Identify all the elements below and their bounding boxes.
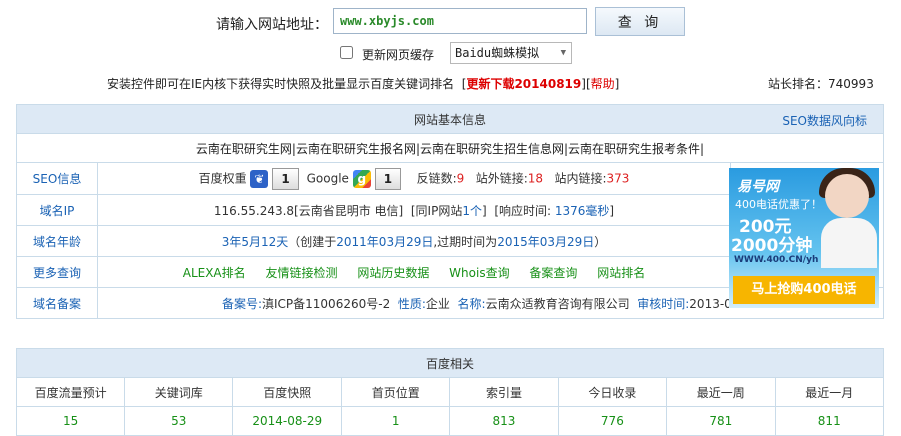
ad-brand: 易号网 [737,179,779,195]
baidu-column-header: 百度流量预计 [15,377,126,407]
baidu-column-value: 811 [774,406,885,436]
seo-label: SEO信息 [16,162,98,195]
inlinks-label: 站内链接: [554,171,607,185]
baidu-column-value: 813 [449,406,559,436]
google-label: Google [306,171,349,185]
rank-value: 740993 [828,77,874,91]
ad-model-face [825,174,869,218]
ad-cta-button[interactable]: 马上抢购400电话 [733,276,875,304]
baidu-weight-value: 1 [272,167,299,190]
created-prefix: （创建于 [288,234,337,249]
google-pr-value: 1 [374,167,402,190]
baidu-column-value: 15 [15,406,126,436]
google-icon: g [352,169,371,188]
baidu-column-header: 关键词库 [124,377,234,407]
icp-num: 滇ICP备11006260号-2 [262,296,391,311]
age-suffix: ） [594,234,607,249]
help-link[interactable]: 帮助 [591,77,615,91]
whois-link[interactable]: Whois查询 [449,266,509,280]
site-names-row: 云南在职研究生网|云南在职研究生报名网|云南在职研究生招生信息网|云南在职研究生… [16,133,884,163]
baidu-header-row: 百度相关 [16,348,884,378]
baidu-column-value: 776 [557,406,668,436]
baidu-column-value[interactable]: 2014-08-29 [232,406,343,436]
download-link[interactable]: 更新下载20140819 [466,77,581,91]
baidu-columns-row: 百度流量预计 关键词库 百度快照 首页位置 索引量 今日收录 最近一周 最近一月 [15,377,885,407]
notice-bar: 安装控件即可在IE内核下获得实时快照及批量显示百度关键词排名 [更新下载2014… [107,77,620,91]
expire-date: 2015年03月29日 [497,234,595,249]
inlinks-value[interactable]: 373 [607,171,630,185]
icp-num-label: 备案号: [221,296,262,311]
alexa-link[interactable]: ALEXA排名 [183,266,246,280]
ip-value: 116.55.243.8[云南省昆明市 电信] [213,203,404,218]
notice-text: 安装控件即可在IE内核下获得实时快照及批量显示百度关键词排名 [107,77,455,91]
resp-time-value: 1376毫秒 [554,203,610,218]
engine-select-value: Baidu蜘蛛模拟 [455,46,540,60]
site-rank-link[interactable]: 网站排名 [597,266,645,280]
age-label: 域名年龄 [16,225,98,257]
chevron-down-icon: ▼ [560,48,566,58]
site-rank: 站长排名：740993 [768,75,874,92]
resp-suffix: ] [609,203,615,218]
baidu-values-row: 15 53 2014-08-29 1 813 776 781 811 [15,406,885,436]
nature-value: 企业 [425,296,450,311]
baidu-related-table: 百度相关 百度流量预计 关键词库 百度快照 首页位置 索引量 今日收录 最近一周 最近一月 1… [15,348,885,436]
baidu-paw-icon: ❦ [250,169,269,188]
friend-link-check-link[interactable]: 友情链接检测 [265,266,337,280]
backlinks-label: 反链数: [416,171,457,185]
basic-info-title: 网站基本信息 [413,112,486,127]
history-data-link[interactable]: 网站历史数据 [357,266,429,280]
more-label: 更多查询 [16,256,98,288]
baidu-column-value: 1 [341,406,451,436]
nature-label: 性质: [397,296,426,311]
url-input[interactable] [333,8,587,34]
outlinks-label: 站外链接: [475,171,528,185]
same-ip-prefix: [同IP网站 [410,203,463,218]
ad-line1: 400电话优惠了！ [735,198,822,211]
baidu-column-header: 首页位置 [341,377,451,407]
rank-label: 站长排名： [768,77,829,91]
seo-trend-link[interactable]: SEO数据风向标 [782,112,867,129]
ad-minutes: 2000分钟 [731,236,813,256]
baidu-column-value: 781 [666,406,776,436]
company-name: 云南众适教育咨询有限公司 [485,296,630,311]
baidu-column-header: 最近一周 [666,377,776,407]
baidu-column-header: 索引量 [449,377,559,407]
ad-url: WWW.400.CN/yh [734,255,819,265]
query-button[interactable]: 查 询 [595,7,685,36]
baidu-column-header: 今日收录 [557,377,668,407]
refresh-cache-label: 更新网页缓存 [362,48,435,62]
baidu-column-header: 最近一月 [774,377,885,407]
basic-info-header: 网站基本信息 SEO数据风向标 [16,104,884,134]
same-ip-suffix: ] [481,203,487,218]
ip-label: 域名IP [16,194,98,226]
ad-model-body [821,218,877,268]
icp-query-link[interactable]: 备案查询 [529,266,577,280]
created-date: 2011年03月29日 [336,234,434,249]
ad-banner[interactable]: 易号网 400电话优惠了！ 200元 2000分钟 WWW.400.CN/yh … [729,168,879,308]
expire-prefix: ,过期时间为 [433,234,498,249]
audit-date-label: 审核时间: [637,296,690,311]
refresh-cache-checkbox[interactable] [340,46,353,59]
baidu-title: 百度相关 [16,348,884,378]
domain-age-value: 3年5月12天 [221,234,289,249]
baidu-column-value: 53 [124,406,234,436]
url-label: 请输入网站地址： [216,17,328,33]
company-name-label: 名称: [457,296,486,311]
outlinks-value[interactable]: 18 [528,171,543,185]
baidu-weight-label: 百度权重 [198,171,247,185]
resp-prefix: [响应时间: [494,203,552,218]
site-names: 云南在职研究生网|云南在职研究生报名网|云南在职研究生招生信息网|云南在职研究生… [16,133,884,163]
same-ip-count-link[interactable]: 1个 [462,204,482,218]
icp-label: 域名备案 [16,287,98,319]
backlinks-value[interactable]: 9 [457,171,465,185]
baidu-column-header: 百度快照 [232,377,343,407]
engine-select[interactable]: Baidu蜘蛛模拟 ▼ [450,42,572,64]
